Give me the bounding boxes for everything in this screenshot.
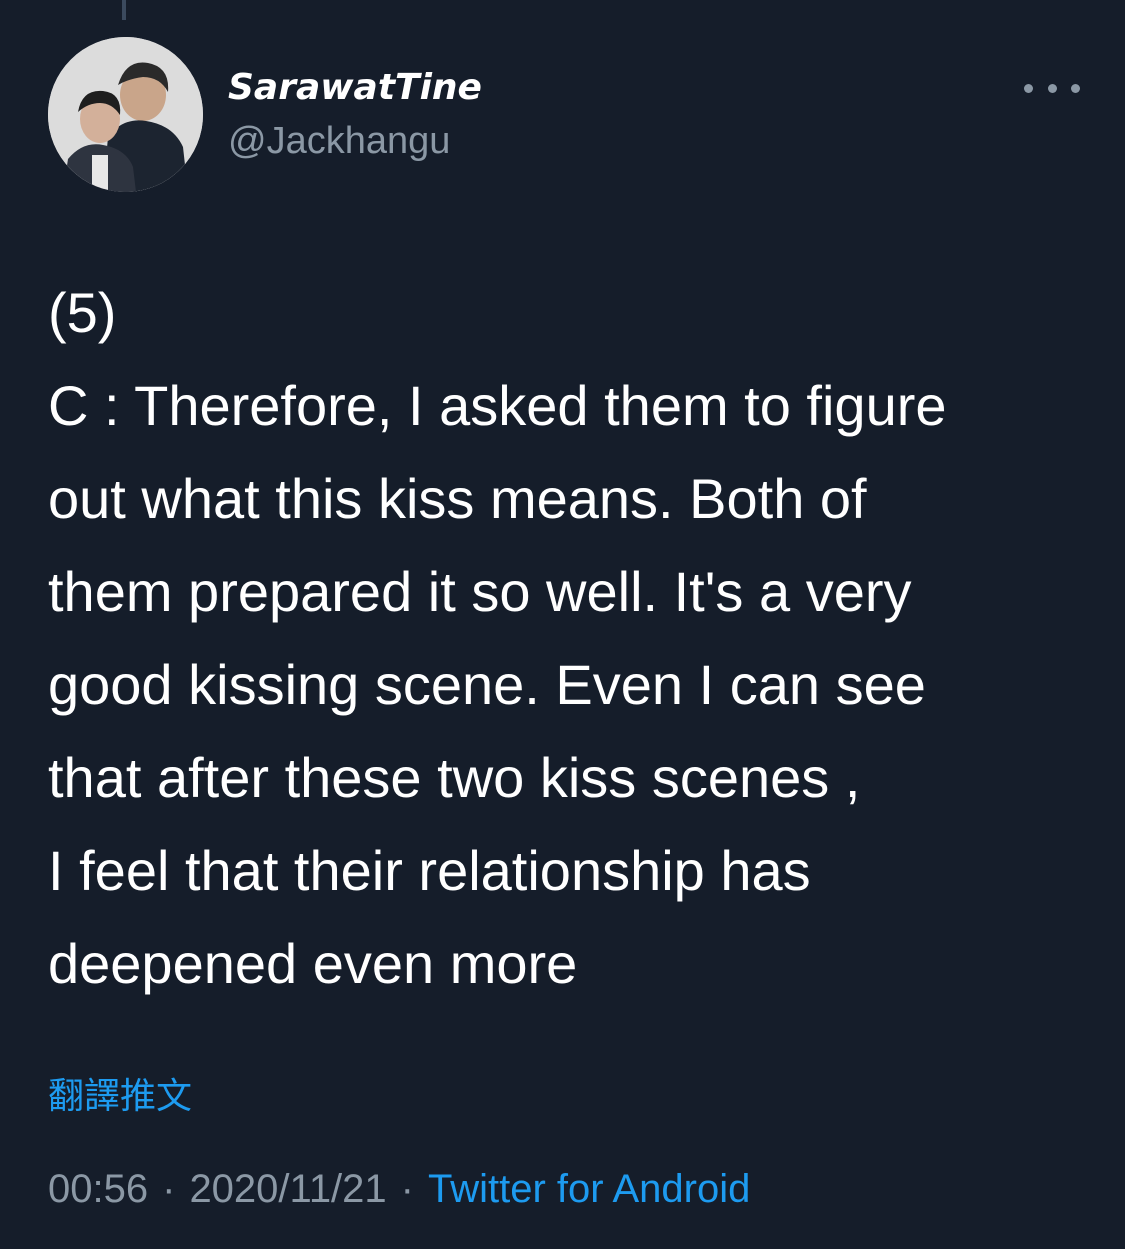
tweet-time: 00:56: [48, 1167, 149, 1211]
more-dot: [1047, 83, 1057, 93]
thread-connector-line: [122, 0, 126, 20]
avatar[interactable]: [48, 37, 203, 192]
meta-separator: ·: [162, 1167, 176, 1211]
tweet-text-line: good kissing scene. Even I can see: [48, 653, 926, 716]
tweet-text-line: C : Therefore, I asked them to figure: [48, 374, 947, 437]
more-options-icon[interactable]: [1024, 70, 1080, 106]
author-handle[interactable]: @Jackhangu: [228, 118, 450, 164]
more-dot: [1024, 83, 1033, 93]
tweet-text-line: I feel that their relationship has: [48, 839, 811, 902]
tweet-text-line: deepened even more: [48, 932, 578, 995]
tweet-date: 2020/11/21: [189, 1167, 387, 1211]
meta-separator: ·: [400, 1167, 414, 1211]
tweet-source-link[interactable]: Twitter for Android: [428, 1167, 750, 1211]
more-dot: [1071, 83, 1080, 93]
translate-tweet-link[interactable]: 翻譯推文: [48, 1074, 192, 1120]
author-display-name[interactable]: SarawatTine: [228, 66, 482, 110]
avatar-photo: [48, 37, 203, 192]
tweet-text-line: out what this kiss means. Both of: [48, 467, 867, 530]
tweet-text: (5) C : Therefore, I asked them to figur…: [48, 266, 1098, 1010]
tweet-text-line: (5): [48, 281, 117, 344]
tweet-text-line: them prepared it so well. It's a very: [48, 560, 912, 623]
tweet-text-line: that after these two kiss scenes ,: [48, 746, 861, 809]
tweet-metadata: 00:56 · 2020/11/21 · Twitter for Android: [48, 1163, 750, 1215]
